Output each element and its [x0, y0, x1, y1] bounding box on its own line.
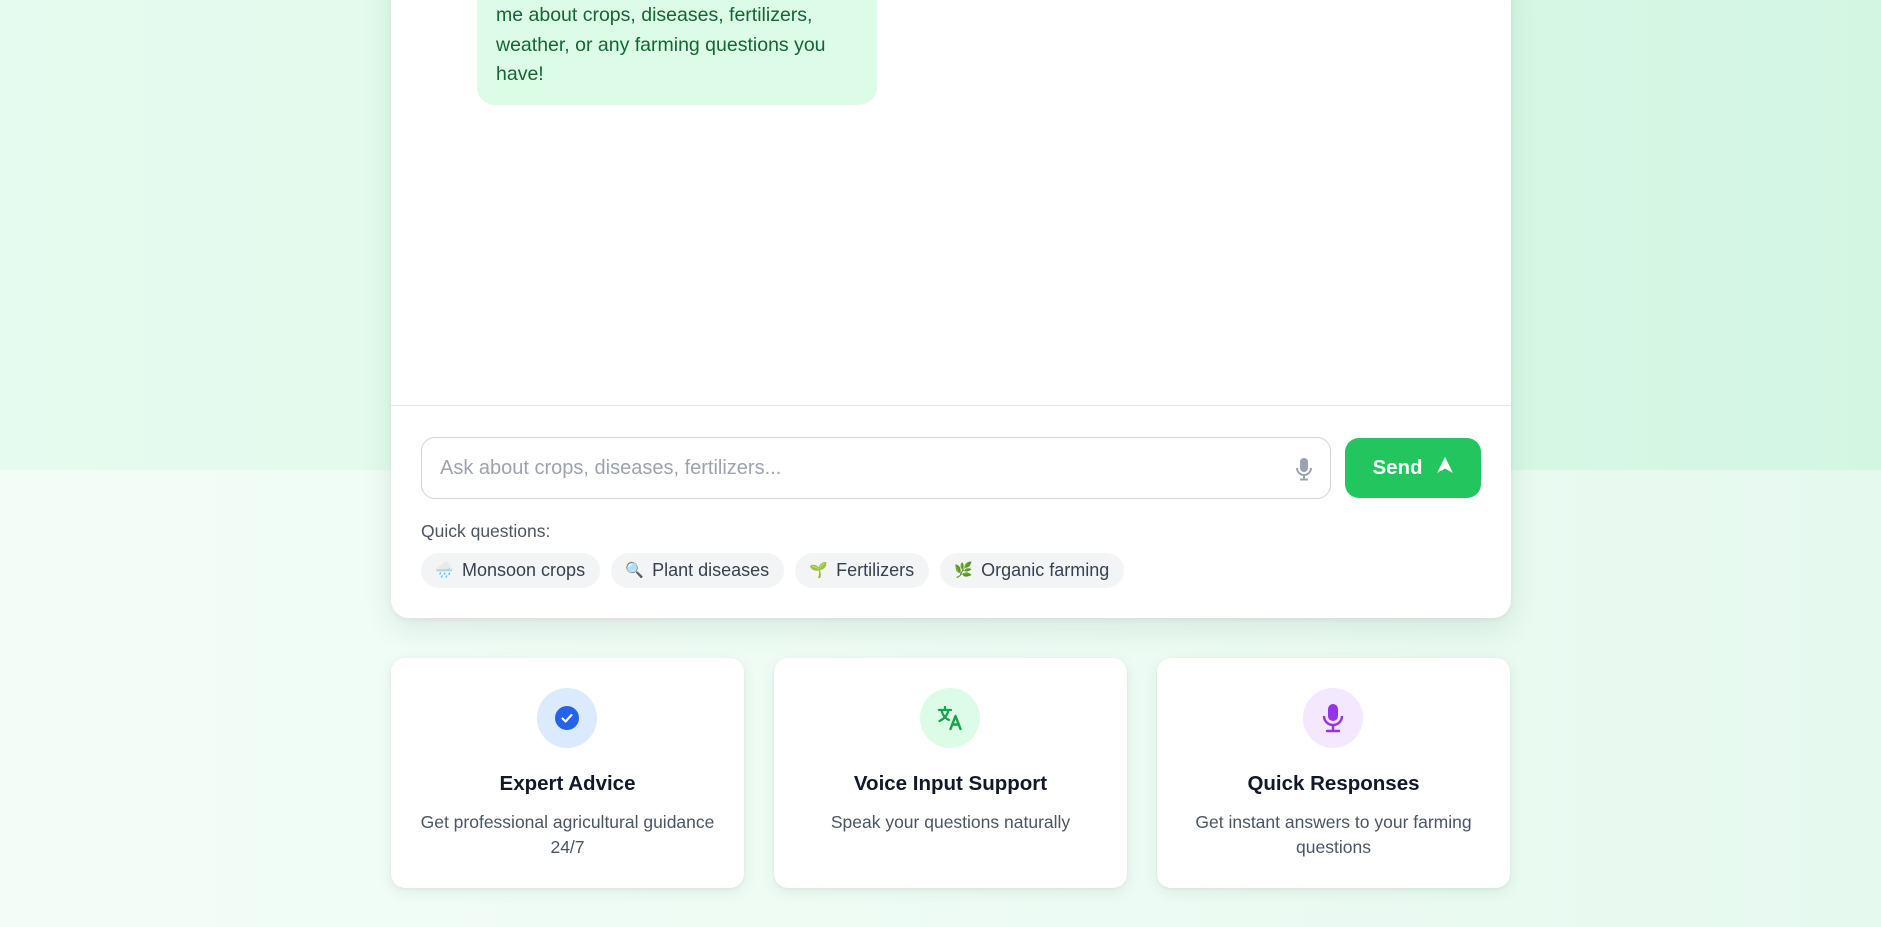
- herb-icon: 🌿: [954, 562, 973, 579]
- send-arrow-icon: [1436, 456, 1454, 480]
- microphone-icon: [1303, 688, 1363, 748]
- quick-questions-label: Quick questions:: [421, 521, 551, 541]
- rain-cloud-icon: 🌧️: [435, 562, 454, 579]
- feature-card-quick-responses: Quick Responses Get instant answers to y…: [1157, 658, 1510, 888]
- quick-question-chip[interactable]: 🌱 Fertilizers: [795, 553, 930, 588]
- feature-description: Get professional agricultural guidance 2…: [420, 812, 715, 857]
- feature-title: Expert Advice: [499, 772, 636, 795]
- feature-description: Speak your questions naturally: [830, 812, 1071, 832]
- quick-question-chip[interactable]: 🌧️ Monsoon crops: [421, 553, 601, 588]
- feature-title: Quick Responses: [1247, 772, 1420, 795]
- shield-check-icon: [537, 688, 597, 748]
- chat-input[interactable]: [440, 438, 1280, 498]
- bot-message-bubble: me about crops, diseases, fertilizers, w…: [477, 0, 877, 105]
- feature-title: Voice Input Support: [853, 772, 1048, 795]
- quick-question-chip[interactable]: 🌿 Organic farming: [940, 553, 1125, 588]
- quick-question-label: Plant diseases: [652, 560, 770, 580]
- quick-question-label: Monsoon crops: [462, 560, 586, 580]
- translate-icon: [920, 688, 980, 748]
- feature-description: Get instant answers to your farming ques…: [1195, 812, 1472, 857]
- bot-message-text: me about crops, diseases, fertilizers, w…: [496, 4, 826, 85]
- magnifier-icon: 🔍: [625, 562, 644, 579]
- feature-card-expert-advice: Expert Advice Get professional agricultu…: [391, 658, 744, 888]
- quick-question-chip[interactable]: 🔍 Plant diseases: [611, 553, 785, 588]
- quick-questions-list: 🌧️ Monsoon crops 🔍 Plant diseases 🌱 Fert…: [421, 553, 1125, 588]
- quick-question-label: Fertilizers: [836, 560, 915, 580]
- send-button-label: Send: [1372, 456, 1423, 479]
- chat-input-container: [421, 437, 1331, 499]
- feature-card-voice-input: Voice Input Support Speak your questions…: [774, 658, 1127, 888]
- send-button[interactable]: Send: [1345, 438, 1481, 498]
- microphone-icon[interactable]: [1294, 457, 1314, 481]
- seedling-icon: 🌱: [809, 562, 828, 579]
- chat-window: me about crops, diseases, fertilizers, w…: [391, 0, 1511, 618]
- quick-question-label: Organic farming: [981, 560, 1110, 580]
- chat-divider: [391, 405, 1511, 406]
